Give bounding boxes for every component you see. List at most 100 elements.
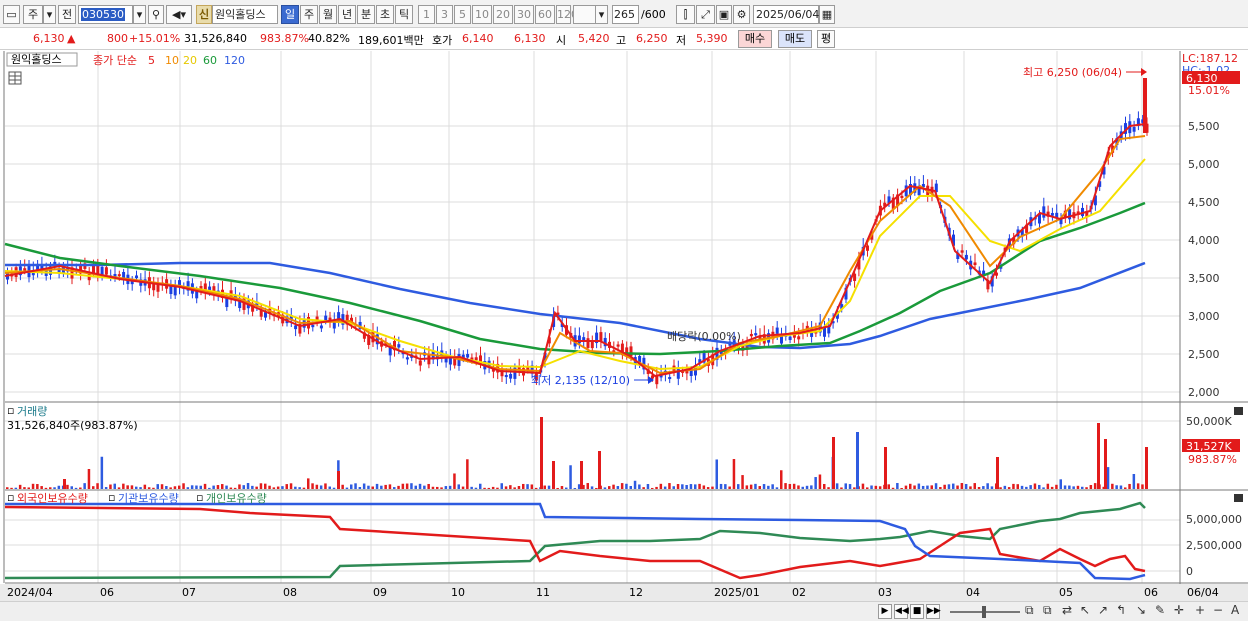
layout2-icon[interactable]: ⧉: [1043, 603, 1052, 618]
volume-bar: [255, 486, 258, 489]
sell-button[interactable]: 매도: [778, 30, 812, 48]
stock-name-field[interactable]: 원익홀딩스: [212, 5, 278, 24]
volume-bar: [487, 487, 491, 489]
interval-20-button[interactable]: 20: [493, 5, 513, 24]
volume-bar: [199, 485, 202, 489]
candle-body: [405, 357, 409, 360]
volume-title[interactable]: 거래량: [17, 405, 47, 418]
volume-bar: [595, 487, 598, 489]
chevron-down-icon[interactable]: ▾: [43, 5, 56, 24]
zoom-in-icon[interactable]: +: [1195, 603, 1205, 617]
cursor-icon[interactable]: ↖: [1080, 603, 1090, 617]
volume-bar: [1020, 485, 1024, 489]
stock-chart-svg[interactable]: 원익홀딩스 종가 단순 5 10 20 60 120 LC:187.12 HC:…: [0, 51, 1248, 601]
period-tick-button[interactable]: 틱: [395, 5, 413, 24]
volume-bar: [79, 487, 82, 489]
stop-icon[interactable]: ■: [910, 604, 924, 619]
forward-icon[interactable]: ▶▶: [926, 604, 941, 619]
pen-icon[interactable]: ✎: [1155, 603, 1165, 617]
price-legend-name[interactable]: 원익홀딩스: [11, 53, 62, 66]
date-input[interactable]: 2025/06/04: [753, 5, 819, 24]
crosshair-icon[interactable]: ✛: [1174, 603, 1184, 617]
compare-icon[interactable]: ⇄: [1062, 603, 1072, 617]
volume-bar: [53, 487, 56, 489]
interval-30-button[interactable]: 30: [514, 5, 534, 24]
interval-60-button[interactable]: 60: [535, 5, 555, 24]
candle-icon[interactable]: ⫿: [676, 5, 695, 24]
candle-body: [504, 375, 508, 378]
volume-close-icon[interactable]: [1234, 407, 1243, 415]
candle-body: [1042, 206, 1046, 218]
price-y-tick: 5,000: [1188, 158, 1220, 171]
period-week-button[interactable]: 주: [300, 5, 318, 24]
period-month-button[interactable]: 월: [319, 5, 337, 24]
volume-bar: [685, 484, 688, 489]
volume-bar: [805, 485, 809, 489]
holding-legend-inst[interactable]: 기관보유수량: [118, 492, 179, 505]
interval-1-button[interactable]: 1: [418, 5, 435, 24]
interval-3-button[interactable]: 3: [436, 5, 453, 24]
chart-area[interactable]: 원익홀딩스 종가 단순 5 10 20 60 120 LC:187.12 HC:…: [0, 51, 1248, 601]
volume-bar: [887, 484, 890, 489]
volume-bar: [982, 486, 985, 489]
volume-bar: [754, 483, 757, 489]
calendar-icon[interactable]: ▦: [819, 5, 835, 24]
save-icon[interactable]: ▣: [716, 5, 732, 24]
speaker-icon[interactable]: ◀▾: [166, 5, 192, 24]
holding-legend-indiv[interactable]: 개인보유수량: [206, 492, 267, 505]
volume-current-pct: 983.87%: [1188, 453, 1237, 466]
volume-bar: [689, 484, 693, 489]
volume-bar: [190, 485, 194, 489]
gear-icon[interactable]: ⚙: [733, 5, 750, 24]
holding-legend-foreign[interactable]: 외국인보유수량: [17, 492, 88, 505]
period-minute-button[interactable]: 분: [357, 5, 375, 24]
buy-button[interactable]: 매수: [738, 30, 772, 48]
volume-bar: [31, 483, 35, 489]
drawing-icon[interactable]: ⤢: [696, 5, 715, 24]
count-input[interactable]: 265: [612, 5, 639, 24]
window-icon[interactable]: ▭: [3, 5, 20, 24]
code-dropdown-icon[interactable]: ▾: [133, 5, 146, 24]
volume-bar: [1059, 479, 1062, 489]
avg-button[interactable]: 평: [817, 30, 835, 48]
zoom-slider-handle[interactable]: [982, 606, 986, 618]
layout-icon[interactable]: ⧉: [1025, 603, 1034, 618]
period-day-button[interactable]: 일: [281, 5, 299, 24]
line-tool-icon[interactable]: ↘: [1136, 603, 1146, 617]
holding-bullet-icon-3: ▫: [196, 491, 203, 504]
volume-bar: [139, 487, 142, 489]
interval-5-button[interactable]: 5: [454, 5, 471, 24]
font-size-icon[interactable]: A: [1231, 603, 1239, 617]
holding-close-icon[interactable]: [1234, 494, 1243, 502]
text-tool-icon[interactable]: ↰: [1116, 603, 1126, 617]
volume-bar: [63, 479, 66, 489]
zoom-out-icon[interactable]: −: [1213, 603, 1223, 617]
period-second-button[interactable]: 초: [376, 5, 394, 24]
period-type-select[interactable]: 주: [23, 5, 43, 24]
volume-bar: [1003, 485, 1007, 489]
candle-body: [797, 336, 801, 340]
volume-bar: [638, 484, 641, 489]
footer-controls: ▶ ◀◀ ■ ▶▶ ⧉ ⧉ ⇄ ↖ ↗ ↰ ↘ ✎ ✛ + − A: [0, 601, 1248, 621]
volume-bar: [832, 437, 835, 489]
volume-bar: [741, 475, 744, 489]
rewind-icon[interactable]: ◀◀: [894, 604, 909, 619]
bid-price: 6,130: [514, 32, 546, 45]
volume-bar: [547, 485, 551, 489]
volume-bar: [745, 485, 749, 489]
interval-dropdown-icon[interactable]: ▾: [595, 5, 608, 24]
candle-body: [775, 327, 779, 334]
search-icon[interactable]: ⚲: [148, 5, 164, 24]
volume-bar: [792, 483, 796, 489]
draw-icon[interactable]: ↗: [1098, 603, 1108, 617]
price-y-tick: 4,500: [1188, 196, 1220, 209]
period-year-button[interactable]: 년: [338, 5, 356, 24]
volume-bar: [598, 451, 601, 489]
scroll-right-icon[interactable]: ▶: [878, 604, 892, 619]
interval-120-button[interactable]: 120: [556, 5, 578, 24]
stock-code-input[interactable]: 030530: [78, 5, 133, 24]
prev-button[interactable]: 전: [58, 5, 76, 24]
volume-bar: [122, 483, 125, 489]
volume-bar: [474, 487, 478, 489]
interval-10-button[interactable]: 10: [472, 5, 492, 24]
